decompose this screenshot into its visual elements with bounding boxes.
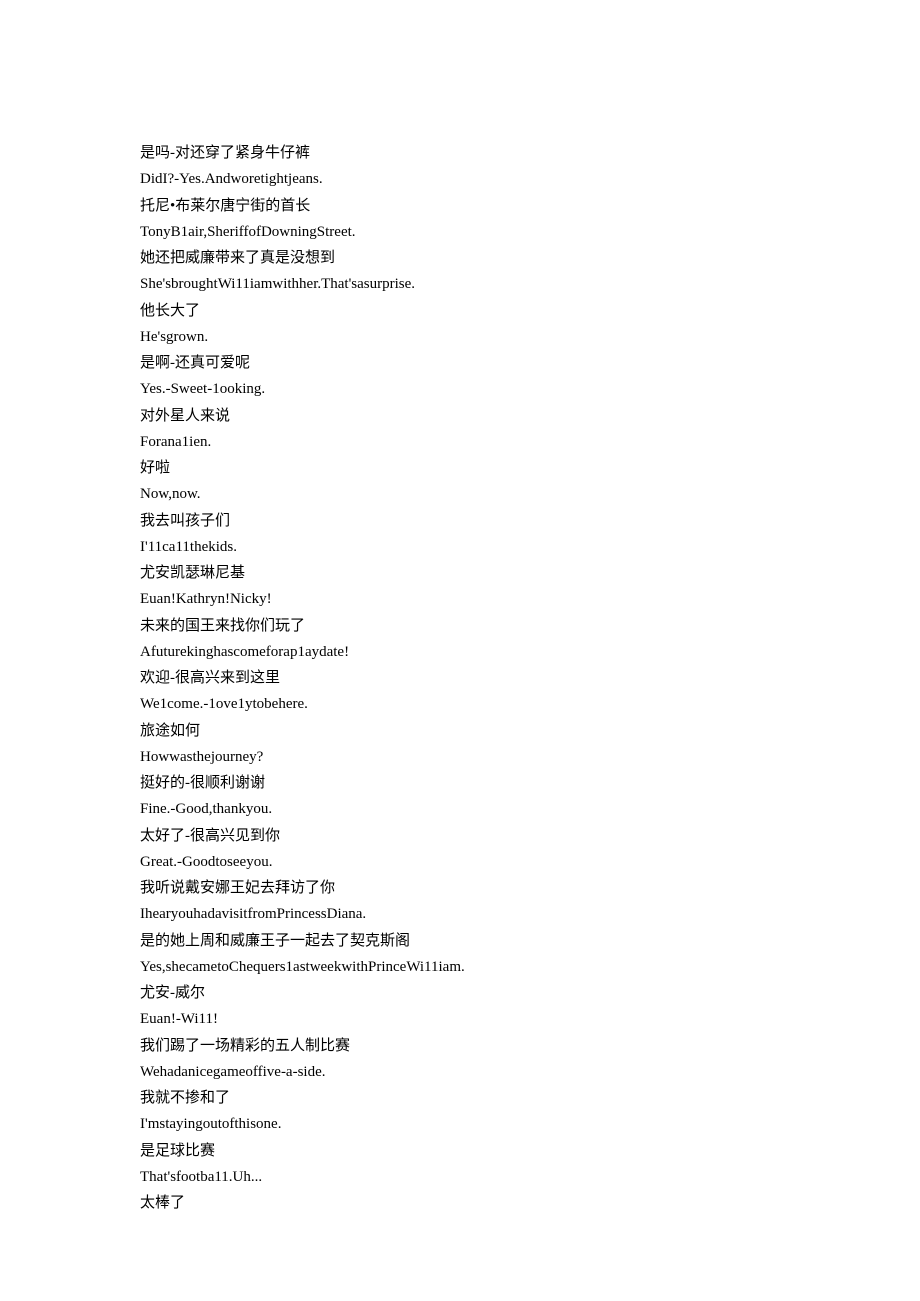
text-line: 挺好的-很顺利谢谢 <box>140 770 780 796</box>
text-line: 他长大了 <box>140 298 780 324</box>
text-line: 尤安-威尔 <box>140 980 780 1006</box>
text-line: 对外星人来说 <box>140 403 780 429</box>
text-line: 太好了-很高兴见到你 <box>140 823 780 849</box>
text-line: 我们踢了一场精彩的五人制比赛 <box>140 1033 780 1059</box>
text-line: 我听说戴安娜王妃去拜访了你 <box>140 875 780 901</box>
text-line: He'sgrown. <box>140 324 780 350</box>
text-line: 未来的国王来找你们玩了 <box>140 613 780 639</box>
text-line: 欢迎-很高兴来到这里 <box>140 665 780 691</box>
text-line: TonyB1air,SheriffofDowningStreet. <box>140 219 780 245</box>
text-line: Euan!Kathryn!Nicky! <box>140 586 780 612</box>
text-line: Yes,shecametoChequers1astweekwithPrinceW… <box>140 954 780 980</box>
text-line: IhearyouhadavisitfromPrincessDiana. <box>140 901 780 927</box>
text-line: We1come.-1ove1ytobehere. <box>140 691 780 717</box>
text-line: Euan!-Wi11! <box>140 1006 780 1032</box>
text-line: 是吗-对还穿了紧身牛仔裤 <box>140 140 780 166</box>
text-line: That'sfootba11.Uh... <box>140 1164 780 1190</box>
text-line: 旅途如何 <box>140 718 780 744</box>
text-line: 尤安凯瑟琳尼基 <box>140 560 780 586</box>
document-content: 是吗-对还穿了紧身牛仔裤DidI?-Yes.Andworetightjeans.… <box>140 140 780 1216</box>
text-line: Now,now. <box>140 481 780 507</box>
text-line: 是的她上周和威廉王子一起去了契克斯阁 <box>140 928 780 954</box>
text-line: Great.-Goodtoseeyou. <box>140 849 780 875</box>
text-line: Wehadanicegameoffive-a-side. <box>140 1059 780 1085</box>
text-line: 是足球比赛 <box>140 1138 780 1164</box>
text-line: Afuturekinghascomeforap1aydate! <box>140 639 780 665</box>
text-line: DidI?-Yes.Andworetightjeans. <box>140 166 780 192</box>
text-line: I'mstayingoutofthisone. <box>140 1111 780 1137</box>
text-line: Fine.-Good,thankyou. <box>140 796 780 822</box>
text-line: 太棒了 <box>140 1190 780 1216</box>
text-line: 她还把威廉带来了真是没想到 <box>140 245 780 271</box>
text-line: Yes.-Sweet-1ooking. <box>140 376 780 402</box>
text-line: She'sbroughtWi11iamwithher.That'sasurpri… <box>140 271 780 297</box>
text-line: Howwasthejourney? <box>140 744 780 770</box>
text-line: 是啊-还真可爱呢 <box>140 350 780 376</box>
text-line: 我去叫孩子们 <box>140 508 780 534</box>
text-line: 好啦 <box>140 455 780 481</box>
text-line: 我就不掺和了 <box>140 1085 780 1111</box>
text-line: Forana1ien. <box>140 429 780 455</box>
text-line: I'11ca11thekids. <box>140 534 780 560</box>
text-line: 托尼•布莱尔唐宁街的首长 <box>140 193 780 219</box>
